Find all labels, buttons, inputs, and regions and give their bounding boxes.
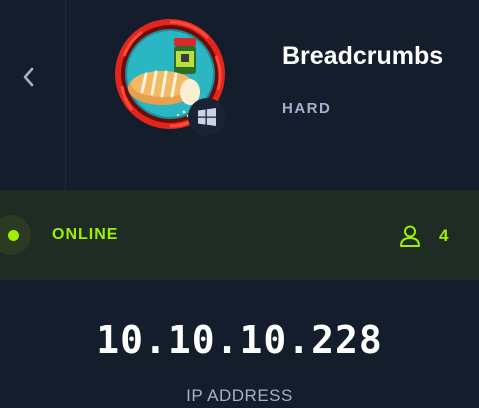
ip-address-label: IP ADDRESS: [186, 386, 293, 405]
difficulty-label: HARD: [282, 100, 332, 117]
status-label: ONLINE: [52, 226, 119, 243]
status-bar: ONLINE 4: [0, 190, 479, 280]
windows-icon: [198, 108, 216, 126]
ip-address-value[interactable]: 10.10.10.228: [0, 318, 479, 362]
back-button[interactable]: [14, 63, 42, 91]
status-indicator-dot: [8, 230, 19, 241]
os-badge: [188, 98, 226, 136]
player-count: 4: [439, 226, 449, 245]
machine-name: Breadcrumbs: [282, 42, 444, 70]
machine-header: Breadcrumbs HARD: [0, 0, 479, 190]
machine-avatar: [112, 16, 228, 136]
user-icon: [400, 225, 420, 247]
chevron-left-icon: [23, 67, 34, 87]
back-column: [0, 0, 66, 190]
